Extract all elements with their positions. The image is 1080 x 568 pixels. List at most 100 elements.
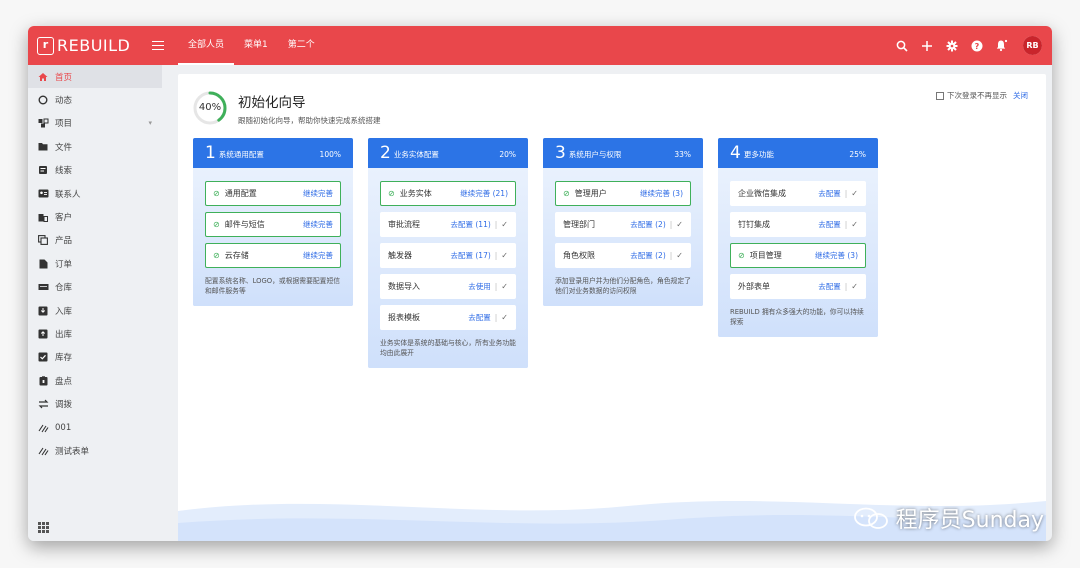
- step-item: ⊘ 云存储 继续完善: [205, 243, 341, 268]
- slash-icon: [37, 422, 49, 434]
- step-card-body: 企业微信集成 去配置 | ✓ 钉钉集成 去配置 | ✓ ⊘ 项目管理 继续完善 (3) 外部表单 去配置…: [718, 168, 878, 337]
- divider: |: [844, 282, 848, 291]
- step-item-label: 报表模板: [388, 313, 420, 322]
- step-item-action[interactable]: 去配置: [818, 188, 841, 199]
- watermark-text: 程序员Sunday: [895, 508, 1044, 533]
- sidebar-item[interactable]: 调拨: [28, 392, 162, 415]
- check-icon[interactable]: ✓: [501, 251, 508, 260]
- check-circle-icon: ⊘: [213, 220, 220, 229]
- step-description: 添加登录用户并为他们分配角色，角色规定了他们对业务数据的访问权限: [555, 277, 691, 295]
- step-item-action[interactable]: 继续完善 (21): [460, 188, 508, 199]
- divider: |: [844, 220, 848, 229]
- step-item-action[interactable]: 继续完善: [303, 219, 333, 230]
- sidebar-item[interactable]: 项目 ▾: [28, 112, 162, 135]
- sidebar-item[interactable]: 订单: [28, 252, 162, 275]
- menu-toggle-icon[interactable]: [152, 38, 164, 52]
- circle-icon: [37, 94, 49, 106]
- check-icon[interactable]: ✓: [501, 313, 508, 322]
- top-nav-tab[interactable]: 全部人员: [178, 26, 235, 65]
- bell-icon[interactable]: [994, 38, 1009, 53]
- project-icon: [37, 117, 49, 129]
- sidebar-item[interactable]: 测试表单: [28, 439, 162, 462]
- step-item: ⊘ 管理用户 继续完善 (3): [555, 181, 691, 206]
- gear-icon[interactable]: [944, 38, 959, 53]
- sidebar-item[interactable]: 库存: [28, 346, 162, 369]
- step-item-label: 企业微信集成: [738, 189, 786, 198]
- step-item-label: 邮件与短信: [224, 220, 265, 229]
- slash-icon: [37, 445, 49, 457]
- sidebar-item[interactable]: 首页: [28, 65, 162, 89]
- step-item-action[interactable]: 继续完善 (3): [815, 250, 858, 261]
- main-content: 40% 初始化向导 跟随初始化向导，帮助你快速完成系统搭建 下次登录不再显示 关…: [178, 74, 1046, 541]
- step-item-action[interactable]: 去配置: [468, 312, 491, 323]
- check-icon[interactable]: ✓: [676, 220, 683, 229]
- sidebar-item[interactable]: 客户: [28, 205, 162, 228]
- sidebar-item-label: 订单: [55, 259, 73, 270]
- check-icon[interactable]: ✓: [676, 251, 683, 260]
- step-item-action[interactable]: 去配置 (2): [630, 219, 666, 230]
- divider: |: [844, 189, 848, 198]
- step-card: 2 业务实体配置 20% ⊘ 业务实体 继续完善 (21) 审批流程 去配置 (11) | ✓ 触发…: [368, 138, 528, 368]
- check-icon[interactable]: ✓: [851, 220, 858, 229]
- folder-icon: [37, 141, 49, 153]
- step-card: 4 更多功能 25% 企业微信集成 去配置 | ✓ 钉钉集成 去配置 | ✓ ⊘ 项目管理 继续完善 (3…: [718, 138, 878, 337]
- logo[interactable]: r REBUILD: [37, 36, 152, 55]
- step-item-label: 数据导入: [388, 282, 420, 291]
- close-link[interactable]: 关闭: [1013, 90, 1028, 101]
- step-percent: 33%: [674, 150, 691, 159]
- check-circle-icon: ⊘: [563, 189, 570, 198]
- step-card-body: ⊘ 通用配置 继续完善 ⊘ 邮件与短信 继续完善 ⊘ 云存储 继续完善 配置系统名称、LOGO，或…: [193, 168, 353, 306]
- top-nav-tab[interactable]: 菜单1: [234, 26, 278, 65]
- check-circle-icon: ⊘: [213, 251, 220, 260]
- sidebar-item-label: 联系人: [55, 189, 81, 200]
- help-icon[interactable]: ?: [969, 38, 984, 53]
- sidebar-item[interactable]: 入库: [28, 299, 162, 322]
- sidebar-item[interactable]: 联系人: [28, 182, 162, 205]
- step-item-label: 管理部门: [563, 220, 595, 229]
- sidebar-item[interactable]: 出库: [28, 322, 162, 345]
- divider: |: [494, 313, 498, 322]
- step-item-action[interactable]: 去配置: [818, 219, 841, 230]
- step-item-action[interactable]: 继续完善 (3): [640, 188, 683, 199]
- step-item-label: 角色权限: [563, 251, 595, 260]
- sidebar-item-label: 线索: [55, 166, 73, 177]
- step-item-action[interactable]: 继续完善: [303, 188, 333, 199]
- check-icon[interactable]: ✓: [851, 189, 858, 198]
- sidebar-item[interactable]: 仓库: [28, 276, 162, 299]
- step-item-action[interactable]: 去配置 (17): [450, 250, 490, 261]
- chevron-down-icon[interactable]: ▾: [148, 119, 152, 127]
- check-icon[interactable]: ✓: [501, 282, 508, 291]
- sidebar-item[interactable]: 动态: [28, 88, 162, 111]
- plus-icon[interactable]: [919, 38, 934, 53]
- sidebar-item[interactable]: 盘点: [28, 369, 162, 392]
- avatar[interactable]: RB: [1023, 36, 1042, 55]
- topbar: r REBUILD 全部人员 菜单1 第二个 ? RB: [28, 26, 1052, 65]
- step-item: 审批流程 去配置 (11) | ✓: [380, 212, 516, 237]
- top-nav-tab[interactable]: 第二个: [278, 26, 325, 65]
- check-square-icon: [37, 351, 49, 363]
- step-item-action[interactable]: 去配置: [818, 281, 841, 292]
- search-icon[interactable]: [894, 38, 909, 53]
- sidebar-item[interactable]: 产品: [28, 229, 162, 252]
- sidebar-item[interactable]: 文件: [28, 135, 162, 158]
- step-card-header: 3 系统用户与权限 33%: [543, 138, 703, 168]
- step-item-action[interactable]: 继续完善: [303, 250, 333, 261]
- step-item-label: 审批流程: [388, 220, 420, 229]
- sidebar-list: 首页 动态 项目 ▾ 文件线索联系人客户 产品订单仓库 入库 出库 库存 盘点 调拨 001 测试表单: [28, 65, 162, 463]
- apps-grid-icon[interactable]: [38, 522, 49, 533]
- step-title: 系统用户与权限: [568, 150, 622, 159]
- dont-show-checkbox[interactable]: [936, 91, 944, 100]
- step-item-action[interactable]: 去配置 (11): [450, 219, 490, 230]
- check-icon[interactable]: ✓: [851, 282, 858, 291]
- check-circle-icon: ⊘: [388, 189, 395, 198]
- step-item: 企业微信集成 去配置 | ✓: [730, 181, 866, 206]
- divider: |: [669, 251, 673, 260]
- step-item-action[interactable]: 去使用: [468, 281, 491, 292]
- step-item: 角色权限 去配置 (2) | ✓: [555, 243, 691, 268]
- step-item-label: 通用配置: [224, 189, 257, 198]
- sidebar-item[interactable]: 001: [28, 416, 162, 439]
- step-item-action[interactable]: 去配置 (2): [630, 250, 666, 261]
- check-icon[interactable]: ✓: [501, 220, 508, 229]
- sidebar-item[interactable]: 线索: [28, 159, 162, 182]
- clipboard-icon: [37, 375, 49, 387]
